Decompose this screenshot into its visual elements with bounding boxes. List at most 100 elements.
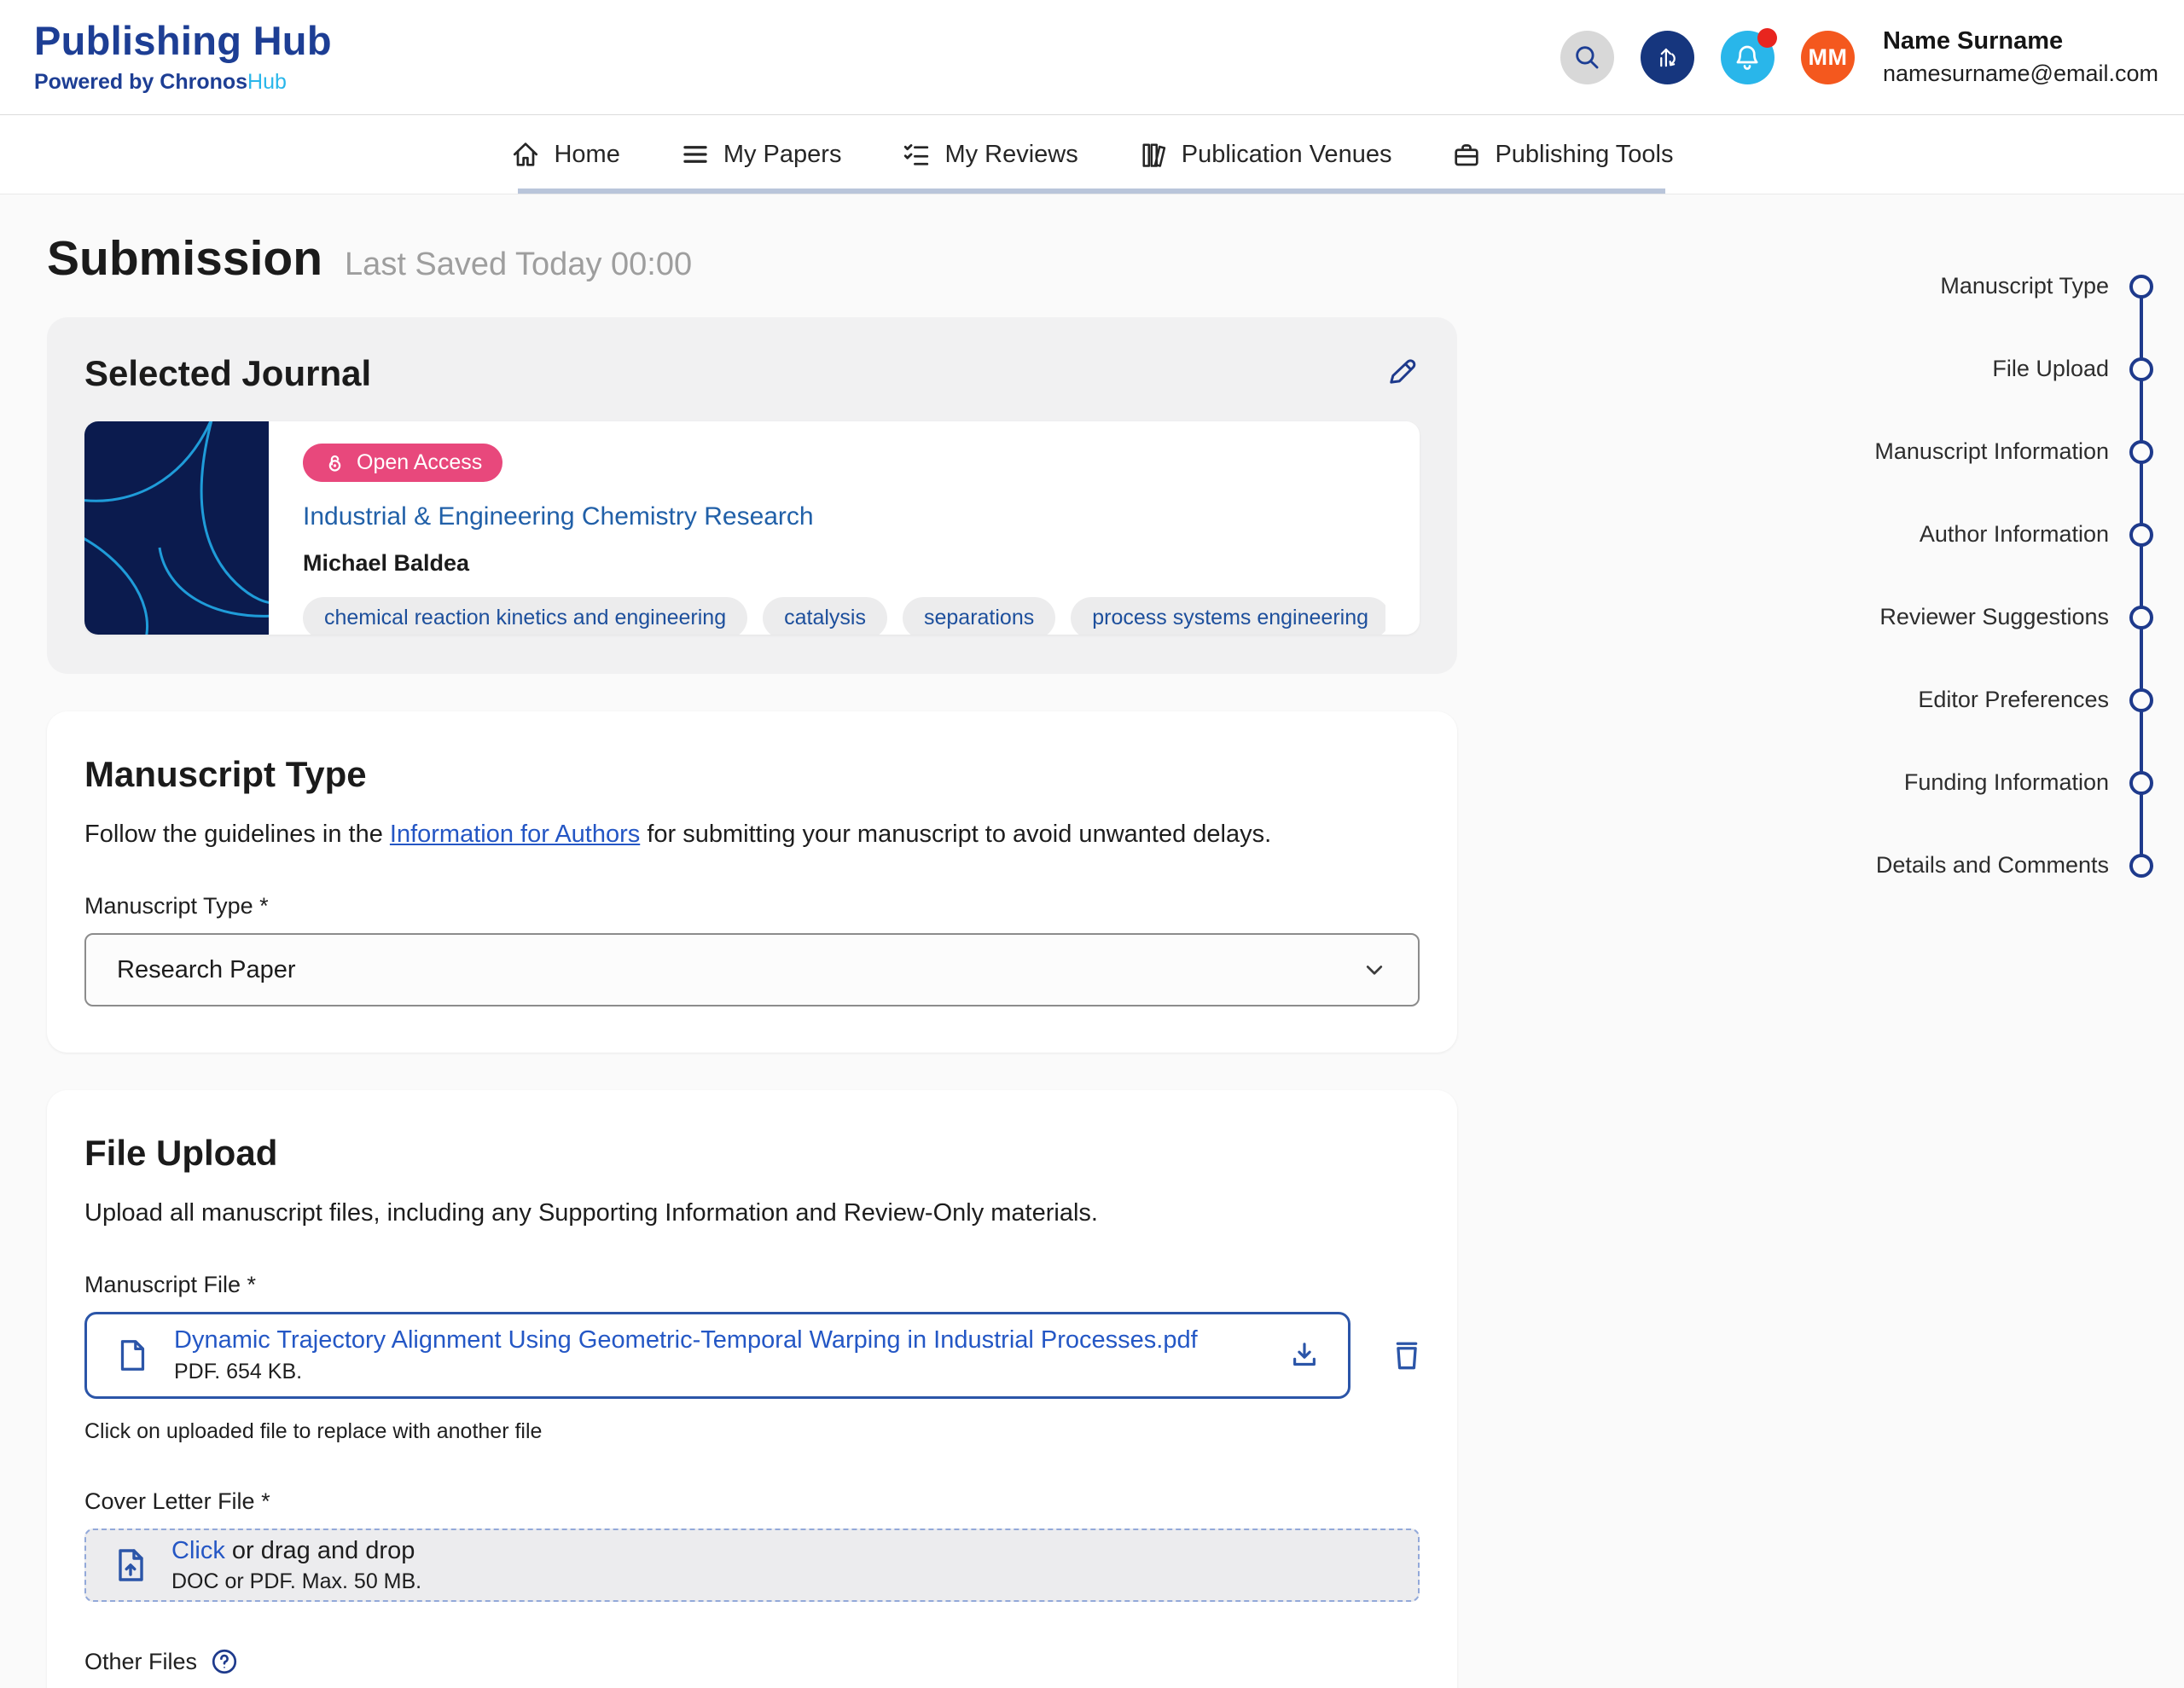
journal-tag: chemical reaction kinetics and engineeri… xyxy=(303,597,747,635)
nav-label-my-papers: My Papers xyxy=(723,141,842,169)
user-email: namesurname@email.com xyxy=(1883,60,2158,89)
step-funding-information[interactable]: Funding Information xyxy=(1874,741,2153,824)
help-icon[interactable] xyxy=(209,1646,240,1677)
step-dot xyxy=(2129,688,2153,712)
step-label: File Upload xyxy=(1992,356,2109,382)
step-reviewer-suggestions[interactable]: Reviewer Suggestions xyxy=(1874,576,2153,658)
submission-stepper: Manuscript Type File Upload Manuscript I… xyxy=(1874,245,2153,907)
manuscript-file-name: Dynamic Trajectory Alignment Using Geome… xyxy=(174,1326,1198,1354)
main-content: Submission Last Saved Today 00:00 Select… xyxy=(0,194,2184,1688)
step-dot xyxy=(2129,606,2153,629)
manuscript-file-row: Dynamic Trajectory Alignment Using Geome… xyxy=(84,1312,1420,1399)
dropzone-line1: Click or drag and drop xyxy=(171,1537,421,1565)
app-title: Publishing Hub xyxy=(34,17,332,64)
file-upload-description: Upload all manuscript files, including a… xyxy=(84,1199,1420,1227)
file-upload-card: File Upload Upload all manuscript files,… xyxy=(47,1090,1457,1688)
last-saved-status: Last Saved Today 00:00 xyxy=(345,247,692,283)
manuscript-type-card: Manuscript Type Follow the guidelines in… xyxy=(47,711,1457,1053)
dropzone-hint: DOC or PDF. Max. 50 MB. xyxy=(171,1569,421,1594)
avatar[interactable]: MM xyxy=(1801,31,1855,84)
page-title: Submission xyxy=(47,230,322,287)
step-label: Reviewer Suggestions xyxy=(1879,604,2109,630)
journal-info: Open Access Industrial & Engineering Che… xyxy=(269,421,1420,635)
nav-label-my-reviews: My Reviews xyxy=(944,141,1077,169)
manuscript-type-selected-value: Research Paper xyxy=(117,956,296,984)
manuscript-type-description: Follow the guidelines in the Information… xyxy=(84,821,1420,849)
step-dot xyxy=(2129,357,2153,381)
nav-label-publication-venues: Publication Venues xyxy=(1182,141,1392,169)
notification-badge xyxy=(1757,28,1777,48)
list-icon xyxy=(680,139,711,170)
delete-file-button[interactable] xyxy=(1388,1337,1426,1374)
step-label: Manuscript Information xyxy=(1874,438,2109,465)
header: Publishing Hub Powered by ChronosHub xyxy=(0,0,2184,115)
journal-tag: process systems engineering xyxy=(1071,597,1385,635)
manuscript-file-meta: PDF. 654 KB. xyxy=(174,1360,1198,1384)
nav-item-my-reviews[interactable]: My Reviews xyxy=(901,139,1077,170)
journal-tag: separations xyxy=(903,597,1055,635)
bell-icon xyxy=(1732,42,1763,73)
step-label: Editor Preferences xyxy=(1918,687,2109,713)
step-dot xyxy=(2129,275,2153,299)
step-file-upload[interactable]: File Upload xyxy=(1874,328,2153,410)
dropzone-click-link[interactable]: Click xyxy=(171,1537,225,1564)
nav-item-publication-venues[interactable]: Publication Venues xyxy=(1138,139,1392,170)
step-editor-preferences[interactable]: Editor Preferences xyxy=(1874,658,2153,741)
journal-cover-image xyxy=(84,421,269,635)
nav-item-my-papers[interactable]: My Papers xyxy=(680,139,842,170)
main-nav: Home My Papers My Reviews xyxy=(0,115,2184,194)
notifications-button[interactable] xyxy=(1721,31,1774,84)
download-icon xyxy=(1287,1337,1322,1373)
cover-letter-label: Cover Letter File * xyxy=(84,1488,1420,1515)
journal-tag: catalysis xyxy=(763,597,887,635)
manuscript-type-field-label: Manuscript Type * xyxy=(84,893,1420,919)
app-logo[interactable]: Publishing Hub Powered by ChronosHub xyxy=(34,17,332,95)
edit-journal-button[interactable] xyxy=(1384,353,1420,389)
cover-letter-dropzone[interactable]: Click or drag and drop DOC or PDF. Max. … xyxy=(84,1528,1420,1602)
step-label: Author Information xyxy=(1920,521,2109,548)
transfer-button[interactable] xyxy=(1641,31,1694,84)
other-files-label-text: Other Files xyxy=(84,1649,197,1675)
toolbox-icon xyxy=(1451,139,1482,170)
nav-item-publishing-tools[interactable]: Publishing Tools xyxy=(1451,139,1673,170)
header-actions: MM Name Surname namesurname@email.com xyxy=(1560,0,2158,114)
nav-item-home[interactable]: Home xyxy=(510,139,619,170)
home-icon xyxy=(510,139,541,170)
manuscript-type-heading: Manuscript Type xyxy=(84,754,1420,795)
step-details-and-comments[interactable]: Details and Comments xyxy=(1874,824,2153,907)
step-manuscript-information[interactable]: Manuscript Information xyxy=(1874,410,2153,493)
nav-label-publishing-tools: Publishing Tools xyxy=(1495,141,1673,169)
nav-label-home: Home xyxy=(554,141,619,169)
checklist-icon xyxy=(901,139,932,170)
description-prefix: Follow the guidelines in the xyxy=(84,821,390,848)
manuscript-file-label: Manuscript File * xyxy=(84,1272,1420,1298)
user-menu[interactable]: Name Surname namesurname@email.com xyxy=(1883,26,2158,89)
user-name: Name Surname xyxy=(1883,26,2158,56)
open-access-badge: Open Access xyxy=(303,444,502,482)
file-text: Dynamic Trajectory Alignment Using Geome… xyxy=(174,1326,1198,1384)
information-for-authors-link[interactable]: Information for Authors xyxy=(390,821,640,848)
step-dot xyxy=(2129,854,2153,878)
document-icon xyxy=(113,1336,152,1375)
step-dot xyxy=(2129,523,2153,547)
nav-scrollbar[interactable] xyxy=(518,189,1665,194)
file-upload-heading: File Upload xyxy=(84,1133,1420,1174)
step-dot xyxy=(2129,440,2153,464)
open-access-label: Open Access xyxy=(357,450,482,475)
app-subtitle: Powered by ChronosHub xyxy=(34,70,332,95)
journal-title-link[interactable]: Industrial & Engineering Chemistry Resea… xyxy=(303,502,1385,531)
uploaded-manuscript-file[interactable]: Dynamic Trajectory Alignment Using Geome… xyxy=(84,1312,1350,1399)
content-column: Selected Journal xyxy=(47,317,1457,1688)
selected-journal-panel: Selected Journal xyxy=(47,317,1457,674)
step-label: Details and Comments xyxy=(1876,852,2109,879)
manuscript-type-select[interactable]: Research Paper xyxy=(84,933,1420,1006)
step-label: Funding Information xyxy=(1904,769,2109,796)
journal-card: Open Access Industrial & Engineering Che… xyxy=(84,421,1420,635)
step-author-information[interactable]: Author Information xyxy=(1874,493,2153,576)
journal-editor: Michael Baldea xyxy=(303,550,1385,577)
search-button[interactable] xyxy=(1560,31,1614,84)
step-manuscript-type[interactable]: Manuscript Type xyxy=(1874,245,2153,328)
powered-by-text: Powered by xyxy=(34,70,160,94)
upload-file-icon xyxy=(110,1545,151,1586)
download-file-button[interactable] xyxy=(1287,1337,1322,1373)
